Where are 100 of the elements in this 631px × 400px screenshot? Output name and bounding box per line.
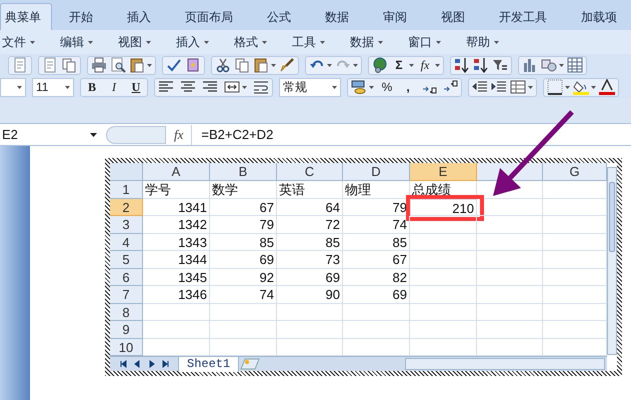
row-header[interactable]: 10 <box>110 338 143 356</box>
caret-icon[interactable] <box>242 86 247 88</box>
column-header[interactable]: A <box>143 163 210 181</box>
menu-item[interactable]: 编辑 <box>60 33 93 51</box>
percent-button[interactable]: % <box>379 78 395 96</box>
table-cell <box>477 321 543 338</box>
checkmark-icon[interactable] <box>166 57 182 73</box>
print-icon[interactable] <box>91 57 107 73</box>
comma-button[interactable]: , <box>400 78 416 96</box>
menu-item[interactable]: 数据 <box>350 33 383 51</box>
column-header[interactable]: E <box>410 163 477 181</box>
table-cell: 1343 <box>143 234 210 251</box>
merge-cells-icon[interactable] <box>224 79 240 95</box>
caret-icon[interactable] <box>353 64 358 66</box>
table-cell <box>210 304 277 321</box>
row-header[interactable]: 3 <box>110 216 143 234</box>
menu-item[interactable]: 窗口 <box>408 33 441 51</box>
row-header[interactable]: 1 <box>110 181 143 198</box>
bar-chart-icon[interactable] <box>522 57 538 73</box>
row-header[interactable]: 2 <box>110 198 143 216</box>
globe-icon[interactable] <box>372 57 388 73</box>
formula-field[interactable]: =B2+C2+D2 <box>198 124 274 144</box>
clipboard-icon[interactable] <box>129 57 145 73</box>
table-cell <box>477 304 543 321</box>
table-cell <box>410 321 477 338</box>
font-name-field[interactable] <box>0 78 26 96</box>
table-cell <box>477 216 543 234</box>
font-size-field[interactable]: 11 <box>32 78 74 96</box>
caret-icon[interactable] <box>528 86 533 88</box>
ribbon-tab[interactable]: 公式 <box>250 3 308 30</box>
table-cell <box>277 321 343 338</box>
brush-icon[interactable] <box>279 57 295 73</box>
sum-button[interactable]: Σ <box>391 56 407 74</box>
wrap-text-icon[interactable] <box>253 79 269 95</box>
column-header[interactable]: D <box>343 163 410 181</box>
menu-item[interactable]: 工具 <box>292 33 325 51</box>
clipboard-icon[interactable] <box>253 57 269 73</box>
column-header[interactable]: C <box>277 163 343 181</box>
menu-item[interactable]: 视图 <box>118 33 151 51</box>
column-header[interactable]: G <box>543 163 607 181</box>
row-header[interactable]: 5 <box>110 251 143 268</box>
magnifier-icon[interactable] <box>110 57 126 73</box>
caret-icon[interactable] <box>559 64 564 66</box>
horizontal-scrollbar[interactable] <box>405 358 605 370</box>
caret-icon[interactable] <box>147 64 152 66</box>
sheet-tab[interactable]: Sheet1 <box>178 356 240 372</box>
caret-icon[interactable] <box>591 86 596 88</box>
border-icon[interactable] <box>547 79 563 95</box>
scissors-icon[interactable] <box>215 57 231 73</box>
name-box[interactable]: E2 <box>0 124 100 144</box>
underline-button[interactable]: U <box>128 78 144 96</box>
caret-icon[interactable] <box>327 64 332 66</box>
row-header[interactable]: 9 <box>110 321 143 338</box>
caret-icon[interactable] <box>435 64 440 66</box>
menu-item[interactable]: 插入 <box>176 33 209 51</box>
caret-icon <box>65 86 70 88</box>
menu-item[interactable]: 帮助 <box>466 33 499 51</box>
font-color-icon[interactable] <box>599 79 615 95</box>
ribbon-tab[interactable]: 典菜单 <box>0 3 52 30</box>
insert-function-button[interactable]: fx <box>172 124 186 144</box>
copy-icon[interactable] <box>234 57 250 73</box>
coins-icon[interactable] <box>351 79 367 95</box>
ribbon-tab[interactable]: 审阅 <box>366 3 424 30</box>
shapes-icon[interactable] <box>541 57 557 73</box>
document-icon[interactable] <box>12 57 28 73</box>
row-header[interactable]: 4 <box>110 234 143 251</box>
caret-icon[interactable] <box>369 86 374 88</box>
filter-icon[interactable] <box>492 57 508 73</box>
row-header[interactable]: 7 <box>110 286 143 304</box>
row-header[interactable]: 6 <box>110 268 143 286</box>
menu-item[interactable]: 文件 <box>2 33 35 51</box>
row-header[interactable]: 8 <box>110 304 143 321</box>
caret-icon <box>378 40 383 44</box>
fill-color-icon[interactable] <box>573 79 589 95</box>
table-cell: 69 <box>210 251 277 268</box>
ribbon-tab[interactable]: 开始 <box>52 3 110 30</box>
ribbon-tab[interactable]: 视图 <box>424 3 482 30</box>
number-format-dropdown[interactable]: 常规 <box>279 78 341 96</box>
grid-icon[interactable] <box>567 57 583 73</box>
copy-icon[interactable] <box>61 57 77 73</box>
ribbon-tab[interactable]: 页面布局 <box>168 3 250 30</box>
caret-icon[interactable] <box>409 64 414 66</box>
italic-button[interactable]: I <box>106 78 122 96</box>
document-icon[interactable] <box>42 57 58 73</box>
ribbon-tab[interactable]: 插入 <box>110 3 168 30</box>
menu-item[interactable]: 格式 <box>234 33 267 51</box>
bold-button[interactable]: B <box>84 78 100 96</box>
vertical-scrollbar[interactable] <box>607 167 617 355</box>
table-cell: 1341 <box>143 198 210 216</box>
caret-icon[interactable] <box>565 86 570 88</box>
table-format-icon[interactable] <box>510 79 526 95</box>
caret-icon[interactable] <box>271 64 276 66</box>
table-cell <box>143 321 210 338</box>
column-header[interactable]: B <box>210 163 277 181</box>
ribbon-tab[interactable]: 数据 <box>308 3 366 30</box>
sort-ascending-icon[interactable] <box>454 57 470 73</box>
function-button[interactable]: fx <box>417 56 433 74</box>
ribbon-tab[interactable]: 开发工具 <box>482 3 564 30</box>
ribbon-tab[interactable]: 加载项 <box>564 3 631 30</box>
sort-descending-icon[interactable] <box>473 57 489 73</box>
